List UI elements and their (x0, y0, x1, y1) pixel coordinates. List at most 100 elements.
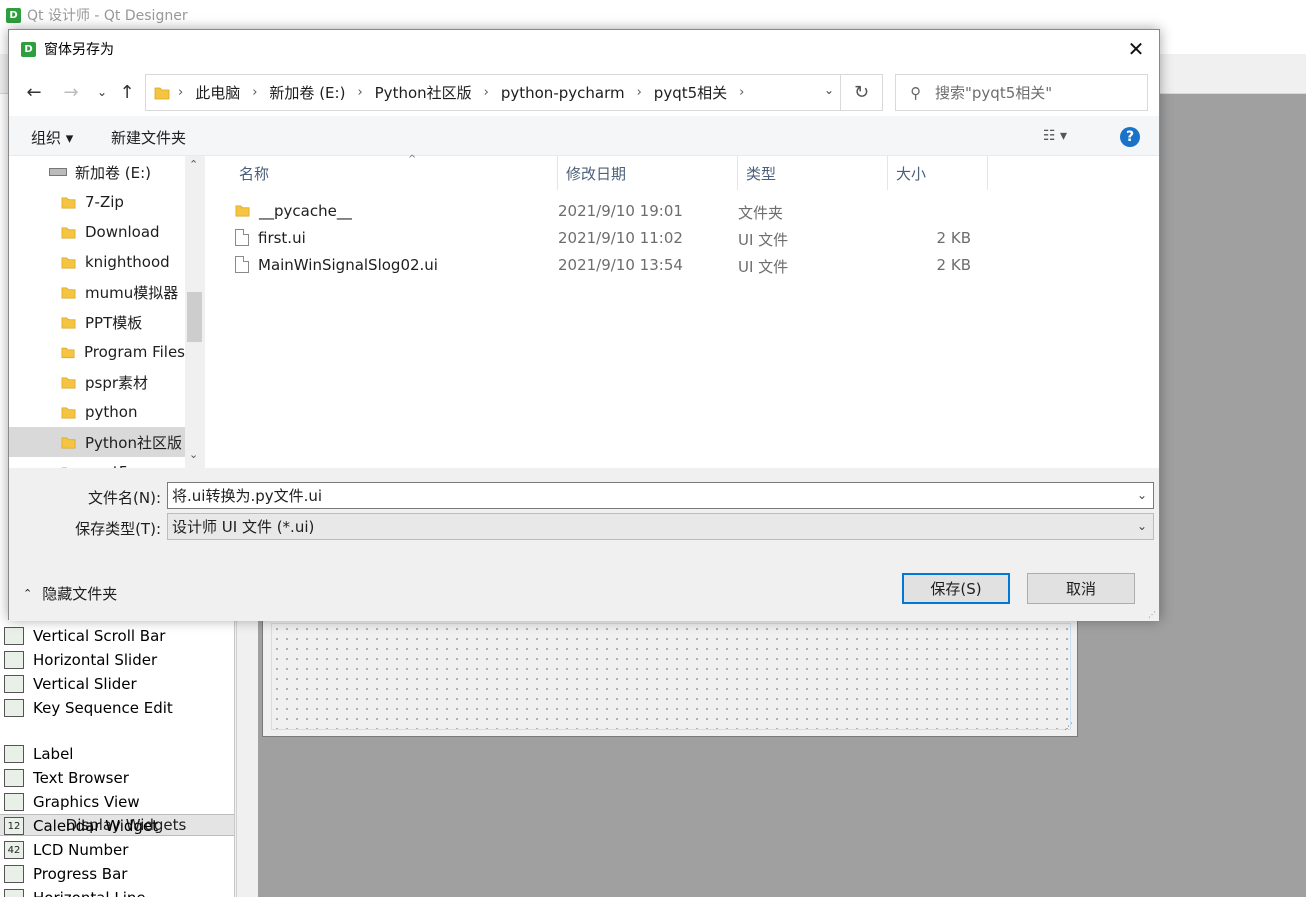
nav-tree-item[interactable]: knighthood (9, 247, 185, 277)
widget-box-item[interactable]: Vertical Scroll Bar (4, 624, 232, 648)
folder-icon (61, 406, 76, 418)
column-header-date[interactable]: 修改日期 (558, 156, 738, 190)
view-options-icon[interactable]: ☷ ▾ (1043, 128, 1067, 144)
file-list: 名称 ^ 修改日期 类型 大小 __pycache__ 2021/9/10 19:… (204, 154, 1160, 468)
scroll-thumb[interactable] (187, 292, 202, 342)
widget-box-item-label: Key Sequence Edit (33, 699, 173, 717)
widget-box-item-label: Label (33, 745, 74, 763)
column-size-label: 大小 (896, 164, 927, 183)
file-document-icon (235, 229, 249, 246)
breadcrumb-separator[interactable]: › (637, 85, 642, 100)
breadcrumb-python-pycharm[interactable]: python-pycharm (501, 84, 625, 102)
recent-locations-chevron-icon[interactable]: ⌄ (89, 78, 115, 106)
nav-tree-item[interactable]: 新加卷 (E:) (9, 157, 185, 187)
widget-box-item-label: Horizontal Line (33, 889, 146, 897)
breadcrumb-separator[interactable]: › (739, 85, 744, 100)
filename-input[interactable]: 将.ui转换为.py文件.ui ⌄ (167, 482, 1154, 509)
chevron-down-icon[interactable]: ⌄ (1137, 519, 1147, 533)
widget-box-item[interactable]: Graphics View (4, 790, 232, 814)
breadcrumb-separator[interactable]: › (178, 85, 183, 100)
breadcrumb-separator[interactable]: › (484, 85, 489, 100)
resize-grip-icon[interactable]: ⋰ (1064, 722, 1073, 732)
breadcrumb-pyqt5[interactable]: pyqt5相关 (654, 82, 727, 103)
file-row[interactable]: MainWinSignalSlog02.ui 2021/9/10 13:54 UI … (205, 251, 1160, 278)
folder-icon (61, 226, 76, 238)
file-type: UI 文件 (738, 258, 789, 276)
refresh-icon[interactable]: ↻ (841, 74, 883, 111)
hide-folders-toggle[interactable]: ⌃ 隐藏文件夹 (23, 583, 117, 604)
navigation-row: ← → ⌄ ↑ › 此电脑 › 新加卷 (E:) › Python社区版 › p… (9, 68, 1159, 116)
breadcrumb-this-pc[interactable]: 此电脑 (195, 82, 240, 103)
folder-icon (154, 87, 170, 99)
file-row[interactable]: __pycache__ 2021/9/10 19:01 文件夹 (205, 197, 1160, 224)
nav-tree-label: Download (85, 223, 160, 241)
folder-icon (61, 347, 75, 358)
widget-box-item[interactable]: 12 Calendar Widget (4, 814, 232, 838)
widget-box-item[interactable]: Progress Bar (4, 862, 232, 886)
nav-tree-item[interactable]: pyqt5 (9, 457, 185, 468)
scroll-up-icon[interactable]: ⌃ (189, 158, 198, 171)
chevron-down-icon[interactable]: ⌄ (1137, 488, 1147, 502)
breadcrumb-drive[interactable]: 新加卷 (E:) (269, 82, 345, 103)
column-header-size[interactable]: 大小 (888, 156, 988, 190)
nav-tree-item[interactable]: Python社区版 (9, 427, 185, 457)
widget-box-item[interactable]: Key Sequence Edit (4, 696, 232, 720)
widget-box-item[interactable]: Horizontal Slider (4, 648, 232, 672)
file-date: 2021/9/10 19:01 (558, 202, 683, 220)
file-name: first.ui (258, 228, 306, 247)
filename-label: 文件名(N): (88, 489, 161, 507)
folder-icon (61, 286, 76, 298)
widget-box-item-label: Vertical Scroll Bar (33, 627, 166, 645)
file-name: MainWinSignalSlog02.ui (258, 255, 438, 274)
column-type-label: 类型 (746, 164, 777, 183)
close-icon[interactable]: ✕ (1113, 30, 1159, 68)
chevron-down-icon[interactable]: ⌄ (824, 83, 834, 97)
resize-grip-icon[interactable]: ⋰ (1148, 610, 1156, 619)
scroll-down-icon[interactable]: ⌄ (189, 448, 198, 461)
widget-box-item[interactable]: 42 LCD Number (4, 838, 232, 862)
qt-designer-logo-icon: D (21, 41, 36, 57)
breadcrumb-python-community[interactable]: Python社区版 (375, 82, 472, 103)
folder-icon (61, 436, 76, 448)
drive-icon (49, 168, 67, 176)
organize-button[interactable]: 组织 ▾ (31, 127, 73, 148)
widget-box-item[interactable]: Text Browser (4, 766, 232, 790)
column-header-name[interactable]: 名称 ^ (231, 154, 558, 190)
graphics-view-icon (4, 793, 24, 811)
forward-arrow-icon[interactable]: → (58, 78, 84, 106)
form-canvas[interactable] (271, 623, 1071, 730)
breadcrumb-separator[interactable]: › (252, 85, 257, 100)
widget-box-item-label: Text Browser (33, 769, 129, 787)
widget-box-item[interactable]: Horizontal Line (4, 886, 232, 897)
nav-tree-item[interactable]: mumu模拟器 (9, 277, 185, 307)
breadcrumb-separator[interactable]: › (357, 85, 362, 100)
nav-tree-label: PPT模板 (85, 313, 143, 332)
file-name-cell: MainWinSignalSlog02.ui (235, 251, 438, 278)
nav-tree-item[interactable]: PPT模板 (9, 307, 185, 337)
nav-tree-item[interactable]: Program Files (9, 337, 185, 367)
filetype-select[interactable]: 设计师 UI 文件 (*.ui) ⌄ (167, 513, 1154, 540)
cancel-button[interactable]: 取消 (1027, 573, 1135, 604)
help-icon[interactable]: ? (1120, 127, 1140, 147)
save-form: 文件名(N): 将.ui转换为.py文件.ui ⌄ 保存类型(T): 设计师 U… (9, 468, 1159, 621)
save-button[interactable]: 保存(S) (902, 573, 1010, 604)
file-size: 2 KB (936, 256, 971, 274)
nav-tree-item[interactable]: Download (9, 217, 185, 247)
nav-tree-label: python (85, 403, 138, 421)
nav-tree-label: 新加卷 (E:) (75, 163, 152, 182)
widget-box-item[interactable]: Label (4, 742, 232, 766)
new-folder-button[interactable]: 新建文件夹 (111, 127, 186, 148)
nav-tree-label: knighthood (85, 253, 170, 271)
search-box[interactable]: ⚲ 搜索"pyqt5相关" (895, 74, 1148, 111)
file-row[interactable]: first.ui 2021/9/10 11:02 UI 文件 2 KB (205, 224, 1160, 251)
nav-tree-item[interactable]: python (9, 397, 185, 427)
column-header-type[interactable]: 类型 (738, 156, 888, 190)
up-arrow-icon[interactable]: ↑ (114, 78, 140, 106)
back-arrow-icon[interactable]: ← (21, 78, 47, 106)
nav-tree-item[interactable]: pspr素材 (9, 367, 185, 397)
form-window[interactable]: ⋰ (262, 618, 1078, 737)
address-bar[interactable]: › 此电脑 › 新加卷 (E:) › Python社区版 › python-py… (145, 74, 841, 111)
nav-scrollbar[interactable]: ⌃ ⌄ (185, 156, 204, 468)
widget-box-item[interactable]: Vertical Slider (4, 672, 232, 696)
nav-tree-item[interactable]: 7-Zip (9, 187, 185, 217)
